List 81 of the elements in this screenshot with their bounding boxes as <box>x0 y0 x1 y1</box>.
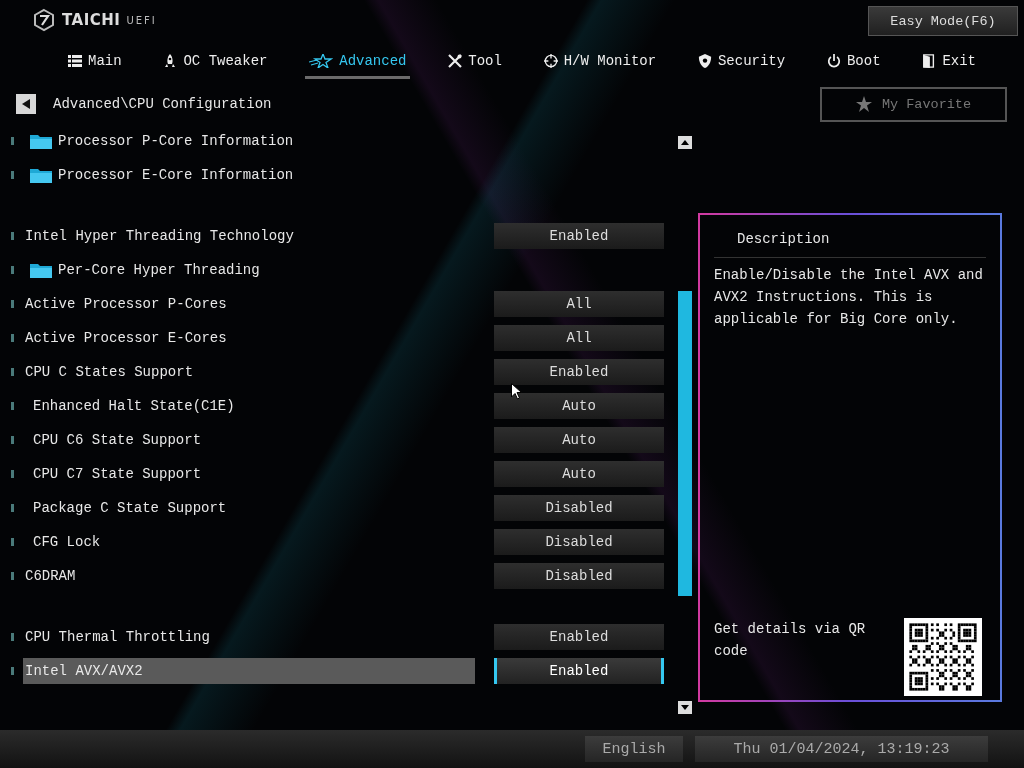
description-text: Enable/Disable the Intel AVX and AVX2 Instructions. This is applicable for Big Core only. <box>714 266 984 329</box>
setting-label[interactable]: C6DRAM <box>23 563 475 589</box>
setting-value-button[interactable]: Disabled <box>494 529 664 555</box>
nav-tab[interactable]: Advanced <box>305 45 411 79</box>
my-favorite-button[interactable]: My Favorite <box>820 86 1007 122</box>
setting-value-button[interactable]: Enabled <box>494 359 664 385</box>
setting-value-button[interactable]: Enabled <box>494 223 664 249</box>
logo-name: TAICHI <box>62 11 121 29</box>
setting-label[interactable]: CFG Lock <box>23 529 475 555</box>
setting-label[interactable]: Intel AVX/AVX2 <box>23 658 475 684</box>
setting-value-button[interactable]: Disabled <box>494 495 664 521</box>
breadcrumb-path: Advanced\CPU Configuration <box>53 96 272 112</box>
setting-value-button[interactable]: Auto <box>494 427 664 453</box>
nav-tab[interactable]: Tool <box>444 45 506 79</box>
row-marker <box>11 538 14 546</box>
back-arrow-icon <box>22 99 30 109</box>
nav-tab[interactable]: Exit <box>918 45 980 79</box>
setting-value-button[interactable]: Auto <box>494 393 664 419</box>
setting-label[interactable]: CPU C States Support <box>23 359 475 385</box>
scroll-down-button[interactable] <box>678 701 692 714</box>
setting-label[interactable]: Active Processor P-Cores <box>23 291 475 317</box>
row-marker <box>11 300 14 308</box>
crosshair-icon <box>543 53 558 68</box>
setting-value-button[interactable]: All <box>494 325 664 351</box>
setting-label[interactable]: Intel Hyper Threading Technology <box>23 223 475 249</box>
scrollbar-thumb[interactable] <box>678 291 692 596</box>
row-marker <box>11 572 14 580</box>
folder-icon <box>30 133 52 149</box>
down-arrow-icon <box>681 705 689 710</box>
row-marker <box>11 334 14 342</box>
rocket-icon <box>163 53 178 68</box>
row-marker <box>11 667 14 675</box>
shield-icon <box>697 53 712 68</box>
nav-tab[interactable]: H/W Monitor <box>539 45 661 79</box>
up-arrow-icon <box>681 140 689 145</box>
easy-mode-button[interactable]: Easy Mode(F6) <box>868 6 1018 36</box>
setting-label[interactable]: CPU C7 State Support <box>23 461 475 487</box>
row-marker <box>11 402 14 410</box>
list-icon <box>68 53 82 68</box>
power-icon <box>826 53 841 68</box>
row-marker <box>11 368 14 376</box>
setting-value-button[interactable]: Auto <box>494 461 664 487</box>
row-marker <box>11 436 14 444</box>
nav-tab[interactable]: Boot <box>822 45 885 79</box>
row-marker <box>11 470 14 478</box>
setting-label[interactable]: CPU Thermal Throttling <box>23 624 475 650</box>
exit-door-icon <box>922 53 937 68</box>
tools-icon <box>448 53 463 68</box>
setting-label[interactable]: CPU C6 State Support <box>23 427 475 453</box>
logo-suffix: UEFI <box>126 14 157 26</box>
row-marker <box>11 232 14 240</box>
star-icon <box>855 96 872 112</box>
back-button[interactable] <box>16 94 36 114</box>
setting-label[interactable]: Enhanced Halt State(C1E) <box>23 393 475 419</box>
logo-icon <box>32 8 56 32</box>
row-marker <box>11 633 14 641</box>
qr-hint-text: Get details via QR code <box>714 620 867 661</box>
setting-value-button[interactable]: Disabled <box>494 563 664 589</box>
folder-icon <box>30 167 52 183</box>
setting-value-button[interactable]: Enabled <box>494 658 664 684</box>
nav-tab[interactable]: Main <box>64 45 126 79</box>
row-marker <box>11 137 14 145</box>
scroll-up-button[interactable] <box>678 136 692 149</box>
nav-tab[interactable]: Security <box>693 45 790 79</box>
setting-value-button[interactable]: All <box>494 291 664 317</box>
date-time: Thu 01/04/2024, 13:19:23 <box>695 736 988 762</box>
pointer-icon <box>511 383 522 400</box>
language-button[interactable]: English <box>585 736 683 762</box>
folder-icon <box>30 262 52 278</box>
row-marker <box>11 504 14 512</box>
setting-label[interactable]: Package C State Support <box>23 495 475 521</box>
star-icon <box>309 53 334 68</box>
submenu-item[interactable]: Processor P-Core Information <box>23 128 475 154</box>
setting-value-button[interactable]: Enabled <box>494 624 664 650</box>
submenu-item[interactable]: Per-Core Hyper Threading <box>23 257 475 283</box>
description-title: Description <box>737 231 831 247</box>
row-marker <box>11 266 14 274</box>
setting-label[interactable]: Active Processor E-Cores <box>23 325 475 351</box>
nav-tab[interactable]: OC Tweaker <box>159 45 272 79</box>
row-marker <box>11 171 14 179</box>
submenu-item[interactable]: Processor E-Core Information <box>23 162 475 188</box>
